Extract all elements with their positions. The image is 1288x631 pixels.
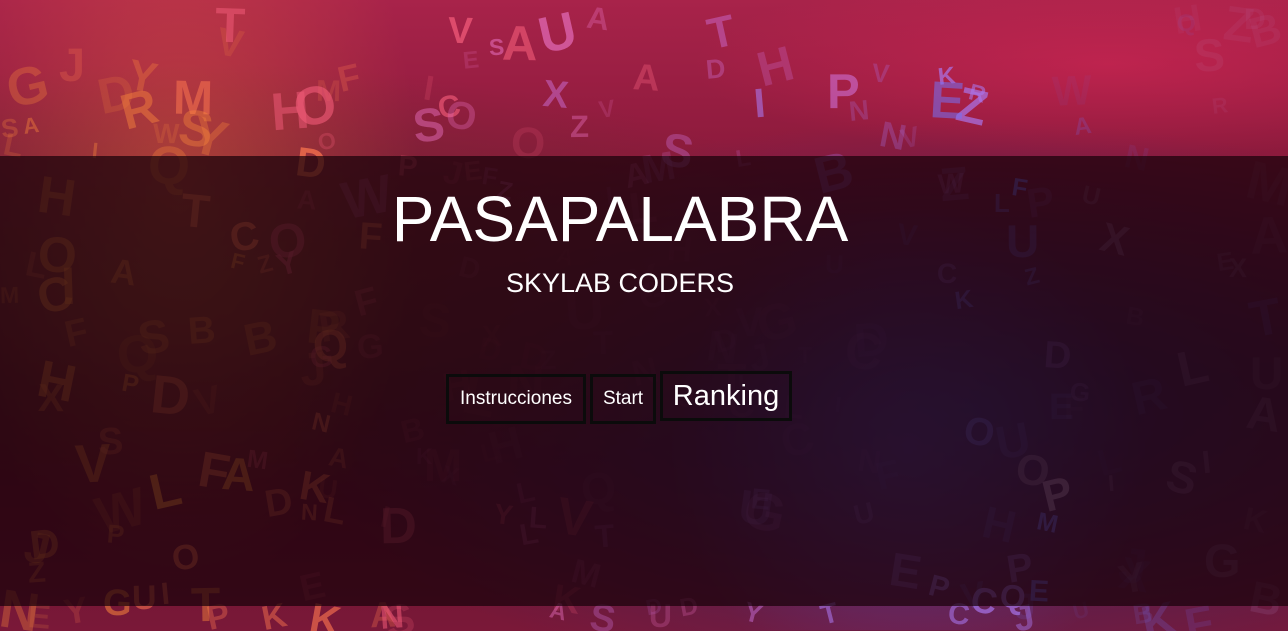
background-letter: V (870, 57, 891, 89)
page-subtitle: SKYLAB CODERS (505, 268, 735, 298)
ranking-button[interactable]: Ranking (660, 371, 792, 421)
background-letter: A (501, 16, 539, 72)
background-letter: A (584, 0, 612, 38)
background-letter: S (488, 33, 506, 61)
background-letter: A (631, 55, 661, 99)
background-letter: P (826, 64, 860, 119)
background-letter: V (597, 95, 618, 125)
background-letter: E (461, 45, 481, 75)
background-letter: U (533, 0, 582, 65)
background-letter: O (442, 92, 480, 140)
background-letter: D (704, 53, 728, 85)
background-letter: W (1050, 66, 1093, 115)
background-letter: X (541, 72, 571, 117)
background-letter: J (59, 38, 86, 92)
background-letter: V (447, 9, 474, 51)
background-letter: R (1210, 92, 1230, 120)
start-button[interactable]: Start (590, 374, 656, 424)
background-letter: S (0, 112, 21, 144)
background-letter: E (928, 70, 967, 131)
background-letter: S (1192, 27, 1227, 82)
background-letter: T (214, 0, 247, 54)
background-letter: O (315, 126, 338, 156)
instructions-button[interactable]: Instrucciones (446, 374, 586, 424)
background-letter: Z (569, 109, 589, 145)
page-title: PASAPALABRA (391, 183, 849, 255)
